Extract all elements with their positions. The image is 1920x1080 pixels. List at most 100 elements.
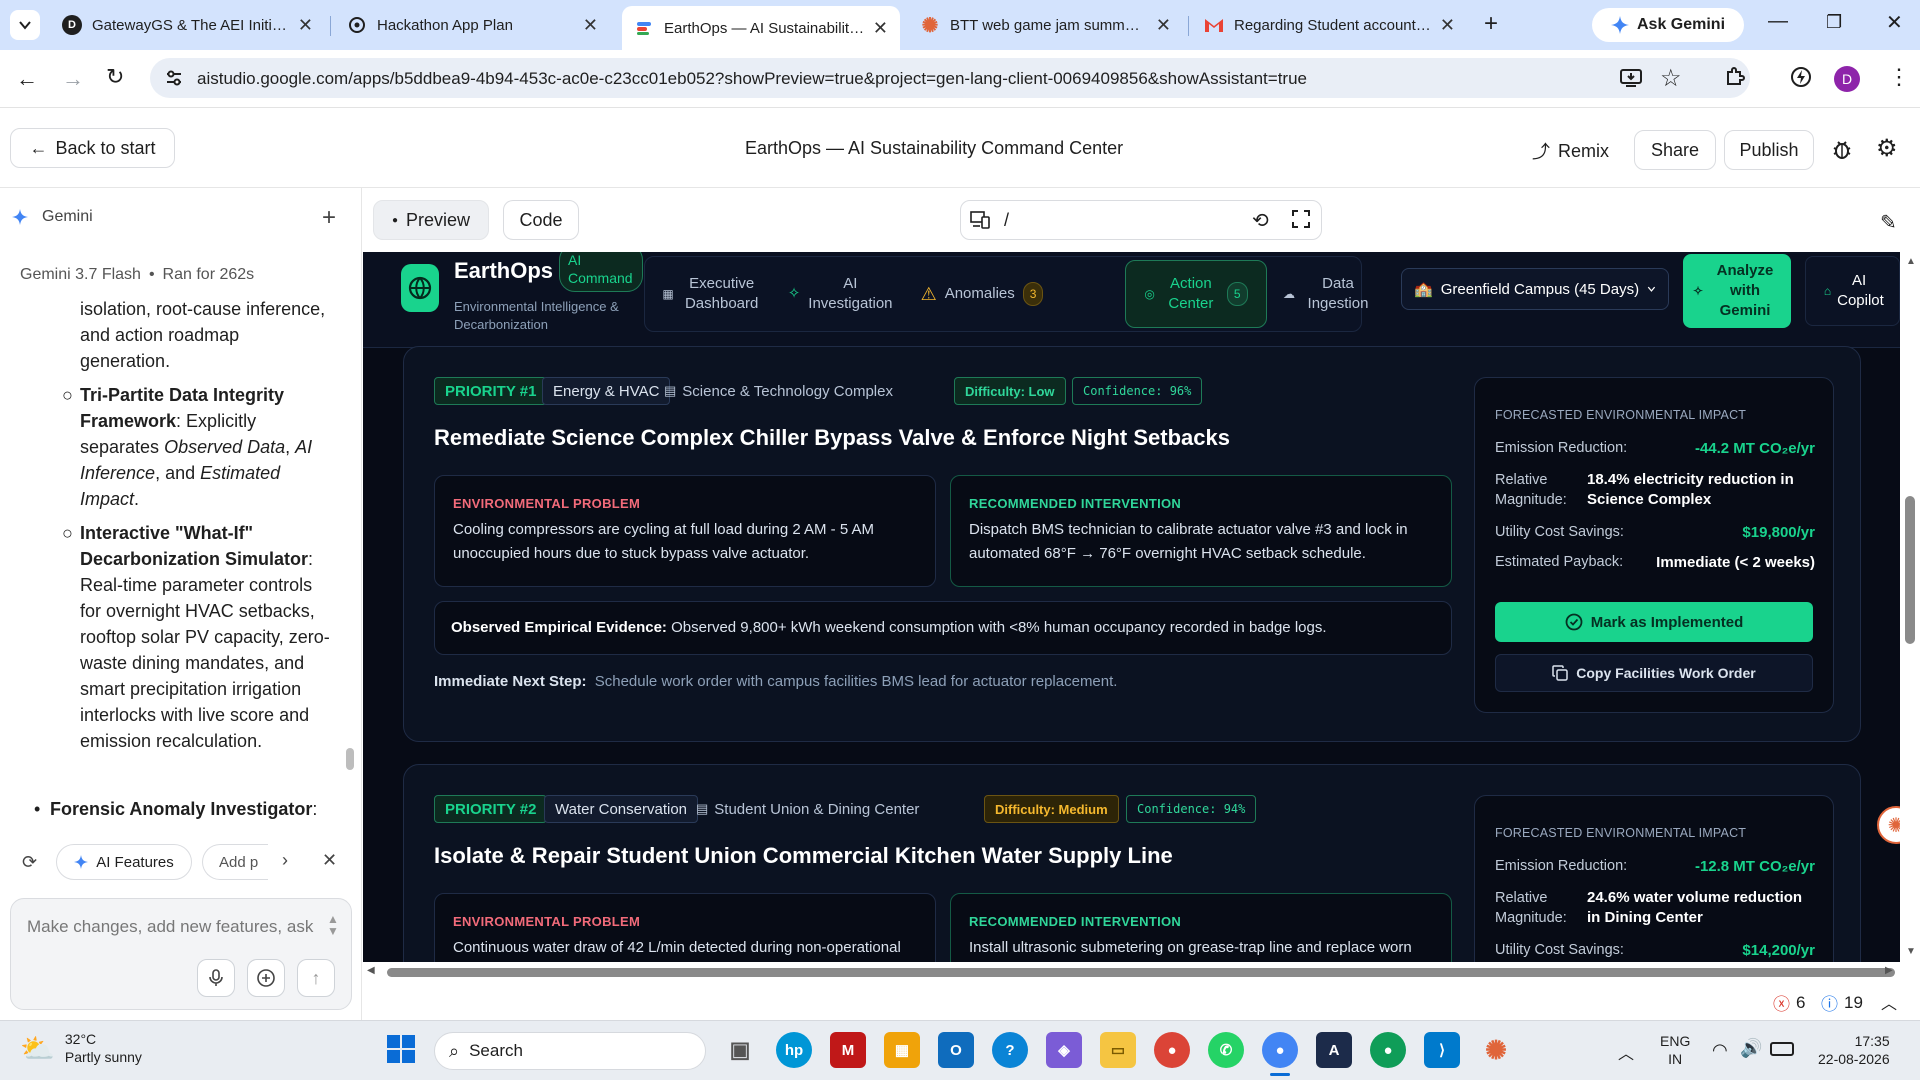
file-explorer-icon[interactable]: ▭: [1100, 1032, 1136, 1068]
add-circle-icon: [257, 969, 275, 987]
weather-widget[interactable]: ⛅ 32°C Partly sunny: [20, 1030, 142, 1066]
close-icon[interactable]: ✕: [1156, 15, 1171, 36]
preview-path[interactable]: /: [1004, 210, 1009, 231]
chrome-icon[interactable]: ●: [1370, 1032, 1406, 1068]
battery-icon[interactable]: [1770, 1042, 1794, 1056]
back-to-start-button[interactable]: ← Back to start: [10, 128, 175, 168]
wifi-icon[interactable]: ◠: [1712, 1040, 1728, 1061]
mark-implemented-button[interactable]: Mark as Implemented: [1495, 602, 1813, 642]
close-icon[interactable]: ✕: [873, 18, 888, 39]
copilot-icon[interactable]: ◈: [1046, 1032, 1082, 1068]
profile-avatar[interactable]: D: [1834, 66, 1860, 92]
refresh-preview-icon[interactable]: ⟲: [1252, 208, 1269, 233]
resize-arrows-icon[interactable]: ▲ ▼: [327, 913, 339, 937]
close-icon[interactable]: ✕: [1440, 15, 1455, 36]
dashboard-icon: ▦: [662, 287, 674, 301]
chat-input-box[interactable]: Make changes, add new features, ask for …: [10, 898, 352, 1010]
browser-menu-icon[interactable]: ⋮: [1888, 64, 1910, 90]
new-chat-button[interactable]: +: [322, 204, 336, 232]
browser-tab-btt[interactable]: ✺ BTT web game jam summer 2 ✕: [908, 8, 1183, 42]
chrome-active-icon[interactable]: ●: [1262, 1032, 1298, 1068]
window-close-button[interactable]: ✕: [1886, 10, 1903, 35]
add-chip[interactable]: Add p: [202, 844, 268, 880]
vectr-icon[interactable]: A: [1316, 1032, 1352, 1068]
nav-anomalies[interactable]: ⚠ Anomalies 3: [907, 260, 1057, 328]
whatsapp-icon[interactable]: ✆: [1208, 1032, 1244, 1068]
info-count[interactable]: ⓘ 19: [1821, 990, 1863, 1015]
close-icon[interactable]: ✕: [298, 15, 313, 36]
bug-icon[interactable]: [1832, 138, 1852, 160]
maximize-button[interactable]: ❐: [1826, 12, 1842, 33]
bookmark-star-icon[interactable]: ☆: [1660, 64, 1682, 93]
fullscreen-icon[interactable]: [1292, 210, 1310, 228]
start-button[interactable]: [386, 1034, 416, 1064]
nav-executive-dashboard[interactable]: ▦ Executive Dashboard: [655, 260, 769, 328]
nav-data-ingestion[interactable]: ☁ Data Ingestion: [1273, 260, 1383, 328]
chat-scrollbar[interactable]: [346, 258, 354, 818]
browser-tab-gmail[interactable]: Regarding Student account ac ✕: [1192, 8, 1467, 42]
outlook-icon[interactable]: O: [938, 1032, 974, 1068]
settings-gear-icon[interactable]: ⚙: [1876, 134, 1898, 163]
vscode-icon[interactable]: ⟩: [1424, 1032, 1460, 1068]
floating-avatar[interactable]: ✺: [1877, 806, 1900, 844]
performance-icon[interactable]: [1790, 66, 1812, 88]
analyze-with-gemini-button[interactable]: ✧ Analyze with Gemini: [1683, 254, 1791, 328]
mic-button[interactable]: [197, 959, 235, 997]
remix-button[interactable]: ⤴ Remix: [1532, 138, 1609, 164]
publish-button[interactable]: Publish: [1724, 130, 1814, 170]
share-button[interactable]: Share: [1634, 130, 1716, 170]
copy-work-order-button[interactable]: Copy Facilities Work Order: [1495, 654, 1813, 692]
forward-nav-button[interactable]: →: [62, 66, 84, 92]
hp-app-icon[interactable]: hp: [776, 1032, 812, 1068]
preview-horizontal-scrollbar[interactable]: ◀ ▶: [363, 962, 1920, 982]
volume-icon[interactable]: 🔊: [1740, 1038, 1762, 1059]
taskbar-search[interactable]: ⌕ Search: [434, 1032, 706, 1070]
store-icon[interactable]: ▦: [884, 1032, 920, 1068]
aistudio-favicon-icon: [634, 18, 654, 38]
browser-tab-hackathon[interactable]: Hackathon App Plan ✕: [335, 8, 610, 42]
close-icon[interactable]: ✕: [583, 15, 598, 36]
console-status: ⓧ 6 ⓘ 19 ︿: [363, 982, 1920, 1020]
tray-overflow-icon[interactable]: ︿: [1618, 1040, 1634, 1064]
claude-icon[interactable]: ✺: [1478, 1032, 1514, 1068]
attach-button[interactable]: [247, 959, 285, 997]
send-button[interactable]: ↑: [297, 959, 335, 997]
extensions-icon[interactable]: [1724, 66, 1746, 88]
edit-pen-icon[interactable]: ✎: [1880, 210, 1897, 235]
task-view-icon[interactable]: ▣: [722, 1032, 758, 1068]
tab-preview[interactable]: ● Preview: [373, 200, 489, 240]
campus-select[interactable]: 🏫 Greenfield Campus (45 Days): [1401, 268, 1669, 310]
error-count[interactable]: ⓧ 6: [1773, 990, 1805, 1015]
help-icon[interactable]: ?: [992, 1032, 1028, 1068]
category-badge: Water Conservation: [544, 795, 698, 823]
nav-action-center[interactable]: ◎ Action Center 5: [1125, 260, 1267, 328]
language-indicator[interactable]: ENG IN: [1660, 1032, 1690, 1068]
preview-vertical-scrollbar[interactable]: ▲ ▼: [1900, 252, 1920, 962]
nav-ai-investigation[interactable]: ✧ AI Investigation: [778, 260, 902, 328]
evidence-label: Observed Empirical Evidence:: [451, 619, 667, 636]
relative-value: 18.4% electricity reduction in Science C…: [1587, 471, 1794, 508]
suggestion-refresh-icon[interactable]: ⟳: [22, 852, 37, 873]
chevron-up-icon[interactable]: ︿: [1881, 990, 1897, 1014]
reload-button[interactable]: ↻: [106, 64, 124, 90]
chips-close-icon[interactable]: ✕: [322, 850, 337, 871]
ai-features-chip[interactable]: AI Features: [56, 844, 192, 880]
chips-next-icon[interactable]: ›: [282, 850, 288, 871]
browser-tab-gatewaygs[interactable]: D GatewayGS & The AEI Initiativ ✕: [50, 8, 325, 42]
ai-copilot-button[interactable]: ⌂ AI Copilot: [1805, 256, 1900, 326]
new-tab-button[interactable]: +: [1484, 10, 1498, 38]
tab-code[interactable]: Code: [503, 200, 579, 240]
tab-search-button[interactable]: [10, 10, 40, 40]
browser-tab-earthops[interactable]: EarthOps — AI Sustainability C ✕: [622, 6, 900, 50]
clock[interactable]: 17:35 22-08-2026: [1818, 1032, 1890, 1068]
url-text[interactable]: aistudio.google.com/apps/b5ddbea9-4b94-4…: [197, 69, 1307, 89]
minimize-button[interactable]: —: [1768, 10, 1788, 33]
ask-gemini-button[interactable]: Ask Gemini: [1592, 8, 1744, 42]
install-app-icon[interactable]: [1620, 68, 1642, 88]
back-nav-button[interactable]: ←: [16, 66, 38, 92]
chat-input[interactable]: Make changes, add new features, ask for …: [27, 917, 317, 937]
site-info-icon[interactable]: [164, 68, 184, 88]
chrome-profile-icon[interactable]: ●: [1154, 1032, 1190, 1068]
mcafee-icon[interactable]: M: [830, 1032, 866, 1068]
device-toggle-icon[interactable]: [970, 211, 990, 229]
